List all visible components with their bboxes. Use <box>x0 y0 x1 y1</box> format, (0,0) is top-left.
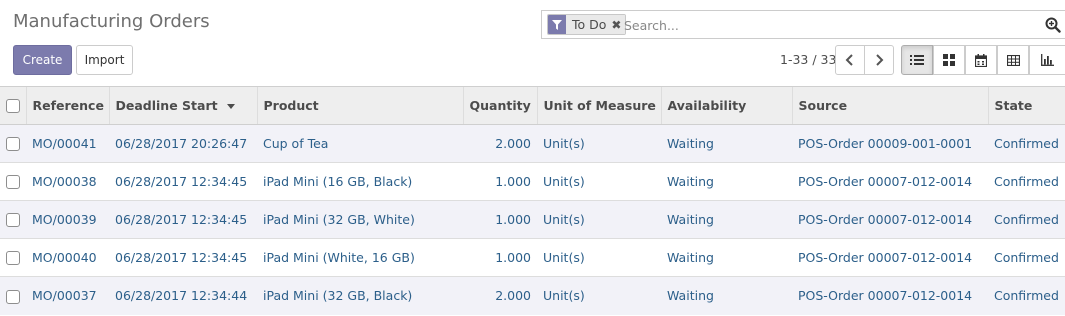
list-view-button[interactable] <box>901 45 933 75</box>
cell-unit-of-measure: Unit(s) <box>537 162 661 201</box>
row-select-cell <box>0 276 26 315</box>
cell-reference: MO/00041 <box>26 124 109 163</box>
cell-reference: MO/00037 <box>26 276 109 315</box>
filter-icon <box>548 15 566 34</box>
select-all-cell <box>0 86 26 125</box>
cell-deadline-start: 06/28/2017 12:34:45 <box>109 238 257 277</box>
calendar-view-button[interactable] <box>965 45 997 75</box>
row-select-cell <box>0 200 26 239</box>
column-header-product[interactable]: Product <box>256 86 463 125</box>
cell-unit-of-measure: Unit(s) <box>537 200 661 239</box>
cell-state: Confirmed <box>988 124 1065 163</box>
row-checkbox[interactable] <box>6 251 20 266</box>
cell-source: POS-Order 00007-012-0014 <box>792 200 988 239</box>
cell-availability: Waiting <box>661 276 792 315</box>
row-checkbox[interactable] <box>6 137 20 152</box>
row-checkbox[interactable] <box>6 289 20 304</box>
cell-quantity: 1.000 <box>463 162 537 201</box>
cell-source: POS-Order 00007-012-0014 <box>792 162 988 201</box>
row-checkbox[interactable] <box>6 213 20 228</box>
cell-unit-of-measure: Unit(s) <box>537 238 661 277</box>
cell-unit-of-measure: Unit(s) <box>537 124 661 163</box>
cell-product: Cup of Tea <box>257 124 463 163</box>
cell-product: iPad Mini (16 GB, Black) <box>257 162 463 201</box>
table-header-row: Reference Deadline Start Product Quantit… <box>0 86 1065 125</box>
cell-product: iPad Mini (32 GB, Black) <box>257 276 463 315</box>
import-button[interactable]: Import <box>76 45 133 75</box>
cell-state: Confirmed <box>988 200 1065 239</box>
column-header-availability[interactable]: Availability <box>660 86 792 125</box>
cell-source: POS-Order 00007-012-0014 <box>792 238 988 277</box>
calendar-icon <box>975 53 987 67</box>
chevron-right-icon <box>876 54 884 66</box>
select-all-checkbox[interactable] <box>6 99 20 114</box>
cell-availability: Waiting <box>661 124 792 163</box>
pager-next-button[interactable] <box>864 45 894 75</box>
search-box: To Do ✖ <box>541 10 1065 39</box>
cell-quantity: 1.000 <box>463 200 537 239</box>
kanban-view-button[interactable] <box>933 45 965 75</box>
cell-deadline-start: 06/28/2017 12:34:45 <box>109 200 257 239</box>
column-header-unit-of-measure[interactable]: Unit of Measure <box>536 86 661 125</box>
cell-state: Confirmed <box>988 238 1065 277</box>
cell-reference: MO/00040 <box>26 238 109 277</box>
row-select-cell <box>0 238 26 277</box>
cell-product: iPad Mini (White, 16 GB) <box>257 238 463 277</box>
cell-deadline-start: 06/28/2017 20:26:47 <box>109 124 257 163</box>
manufacturing-orders-table: Reference Deadline Start Product Quantit… <box>0 86 1065 315</box>
search-icon[interactable] <box>1045 17 1061 33</box>
bar-chart-icon <box>1041 54 1054 66</box>
page-title: Manufacturing Orders <box>13 11 210 32</box>
cell-state: Confirmed <box>988 162 1065 201</box>
table-row[interactable]: MO/00039 06/28/2017 12:34:45 iPad Mini (… <box>0 200 1065 239</box>
graph-view-button[interactable] <box>1029 45 1065 75</box>
column-header-state[interactable]: State <box>987 86 1065 125</box>
column-header-source[interactable]: Source <box>791 86 988 125</box>
column-header-reference[interactable]: Reference <box>25 86 109 125</box>
table-row[interactable]: MO/00038 06/28/2017 12:34:45 iPad Mini (… <box>0 162 1065 201</box>
table-row[interactable]: MO/00040 06/28/2017 12:34:45 iPad Mini (… <box>0 238 1065 277</box>
control-panel: Manufacturing Orders Create Import To Do… <box>0 0 1065 86</box>
pager-value[interactable]: 1-33 / 33 <box>780 52 836 67</box>
row-select-cell <box>0 124 26 163</box>
table-row[interactable]: MO/00041 06/28/2017 20:26:47 Cup of Tea … <box>0 124 1065 163</box>
create-button[interactable]: Create <box>13 45 72 75</box>
chevron-left-icon <box>845 54 853 66</box>
cell-deadline-start: 06/28/2017 12:34:44 <box>109 276 257 315</box>
facet-value: To Do <box>566 15 611 34</box>
cell-availability: Waiting <box>661 162 792 201</box>
column-header-label: Deadline Start <box>115 98 218 113</box>
cell-source: POS-Order 00009-001-0001 <box>792 124 988 163</box>
cell-availability: Waiting <box>661 238 792 277</box>
cell-reference: MO/00039 <box>26 200 109 239</box>
search-facet-todo[interactable]: To Do ✖ <box>547 14 627 35</box>
cell-reference: MO/00038 <box>26 162 109 201</box>
sort-descending-icon <box>226 104 235 109</box>
table-icon <box>1006 54 1020 66</box>
cell-availability: Waiting <box>661 200 792 239</box>
cell-source: POS-Order 00007-012-0014 <box>792 276 988 315</box>
cell-quantity: 1.000 <box>463 238 537 277</box>
kanban-icon <box>943 54 955 66</box>
cell-quantity: 2.000 <box>463 276 537 315</box>
cell-quantity: 2.000 <box>463 124 537 163</box>
row-checkbox[interactable] <box>6 175 20 190</box>
column-header-quantity[interactable]: Quantity <box>462 86 537 125</box>
list-icon <box>910 55 924 65</box>
cell-deadline-start: 06/28/2017 12:34:45 <box>109 162 257 201</box>
pager-previous-button[interactable] <box>835 45 865 75</box>
cell-product: iPad Mini (32 GB, White) <box>257 200 463 239</box>
cell-state: Confirmed <box>988 276 1065 315</box>
search-input[interactable] <box>624 15 1024 35</box>
row-select-cell <box>0 162 26 201</box>
column-header-deadline-start[interactable]: Deadline Start <box>108 86 257 125</box>
cell-unit-of-measure: Unit(s) <box>537 276 661 315</box>
pivot-view-button[interactable] <box>997 45 1029 75</box>
table-row[interactable]: MO/00037 06/28/2017 12:34:44 iPad Mini (… <box>0 276 1065 315</box>
